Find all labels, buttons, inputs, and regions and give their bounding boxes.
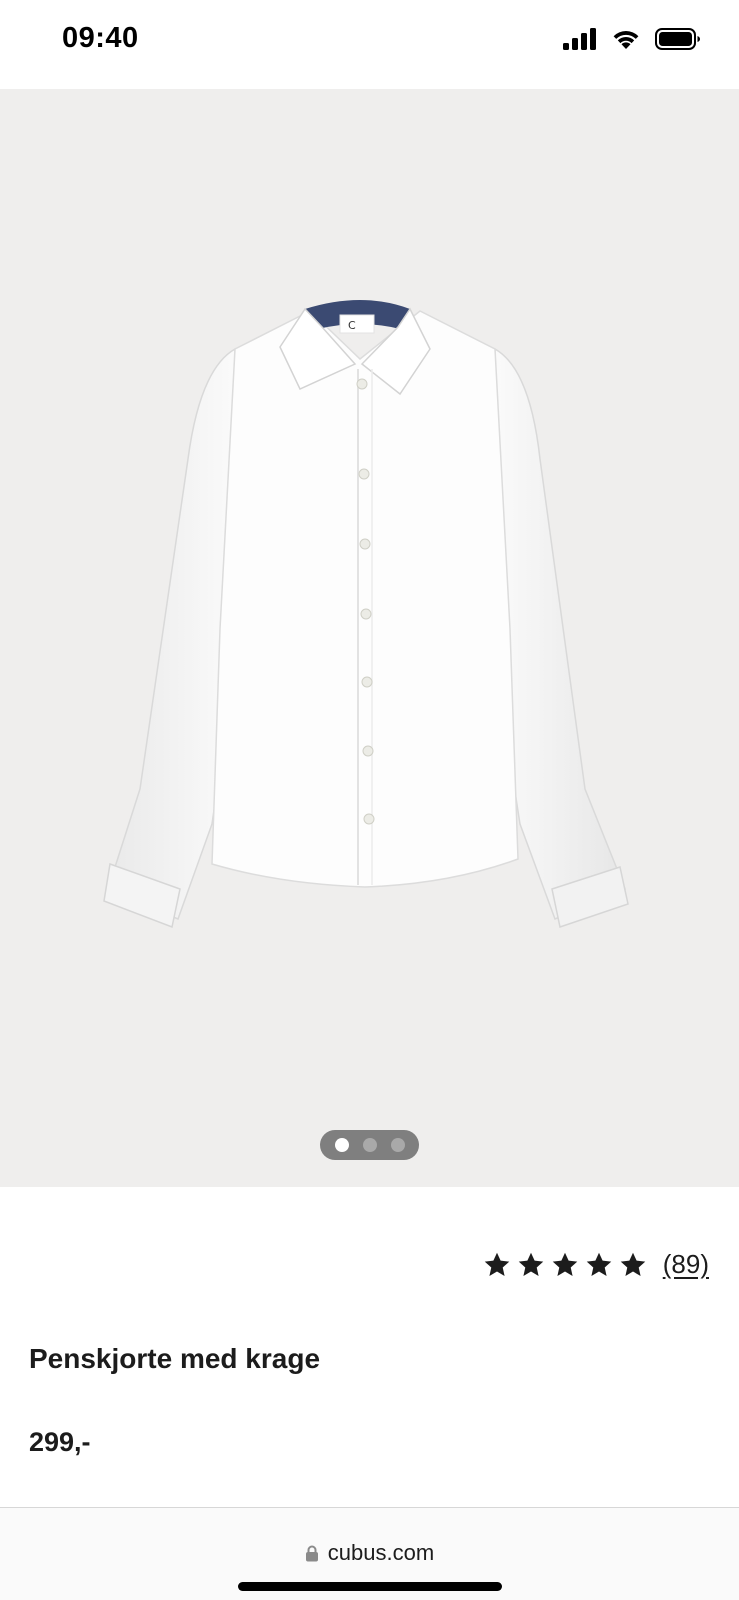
star-icon: [552, 1252, 577, 1276]
product-price: 299,-: [29, 1427, 91, 1457]
battery-icon: [655, 28, 700, 50]
product-image: C: [103, 300, 629, 929]
product-title: Penskjorte med krage: [29, 1343, 321, 1374]
product-rating[interactable]: (89): [483, 1249, 709, 1280]
status-time: 09:40: [62, 22, 139, 54]
star-icon: [518, 1252, 543, 1276]
svg-text:C: C: [348, 319, 356, 332]
carousel-dot-1[interactable]: [334, 1138, 349, 1152]
url-text[interactable]: cubus.com: [328, 1540, 434, 1566]
cellular-signal-icon: [563, 28, 596, 50]
rating-count-link[interactable]: (89): [663, 1249, 709, 1280]
product-image-gallery[interactable]: C: [0, 89, 739, 1187]
browser-address-bar[interactable]: cubus.com: [0, 1507, 739, 1600]
url-row[interactable]: cubus.com: [0, 1540, 739, 1566]
carousel-pagination[interactable]: [320, 1130, 419, 1160]
carousel-dot-3[interactable]: [390, 1138, 405, 1152]
star-icon: [586, 1252, 611, 1276]
wifi-icon: [613, 31, 639, 49]
status-icons: [563, 28, 701, 50]
home-indicator[interactable]: [238, 1582, 502, 1591]
lock-icon: [305, 1545, 318, 1561]
star-icon: [484, 1252, 509, 1276]
star-icon: [620, 1252, 645, 1276]
product-page: 09:40 C (89) Penskjorte med krage 299,- …: [0, 0, 739, 1600]
status-bar: 09:40: [0, 0, 739, 89]
carousel-dot-2[interactable]: [362, 1138, 377, 1152]
